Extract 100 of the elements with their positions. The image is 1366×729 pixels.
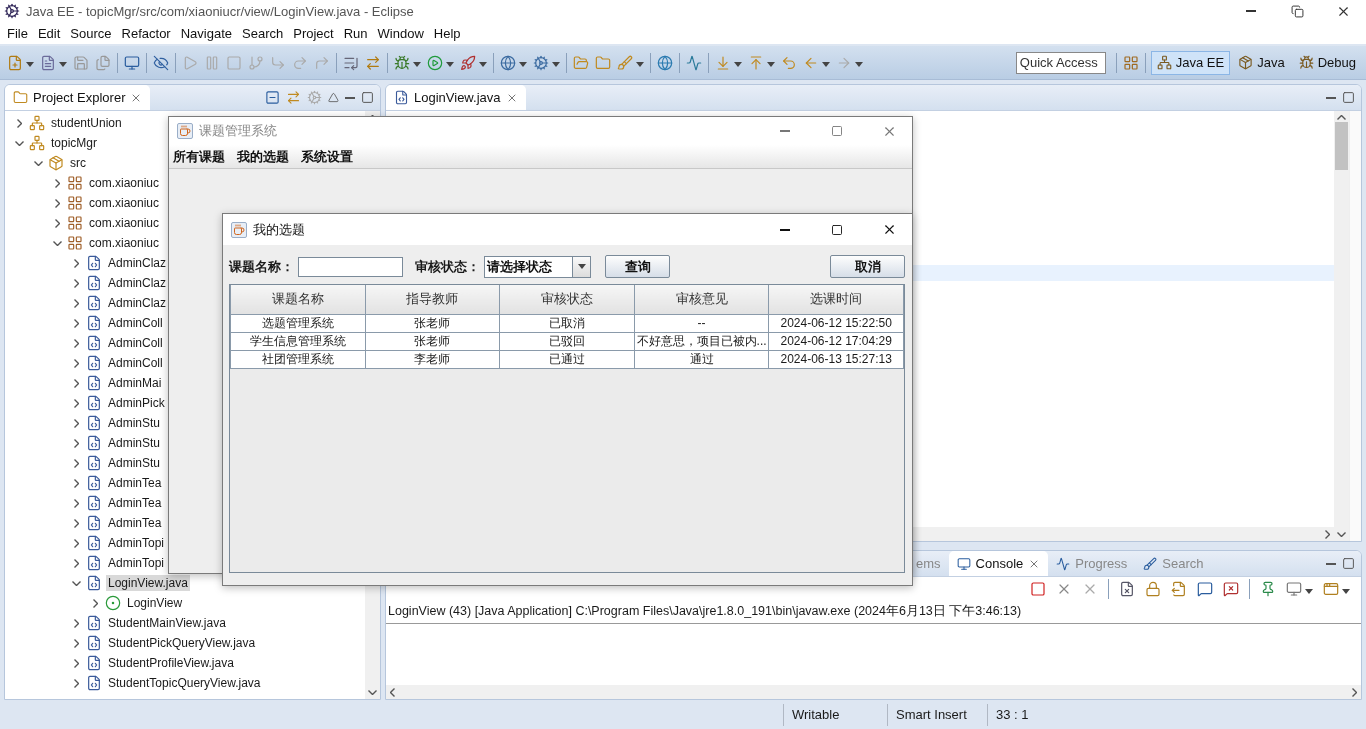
tree-item[interactable]: StudentPickQueryView.java — [106, 635, 258, 651]
perspective-button[interactable]: Debug — [1292, 50, 1362, 75]
panel-tab[interactable]: Console — [948, 551, 1049, 576]
open-perspective-icon — [1122, 54, 1139, 71]
caret-icon — [855, 62, 863, 67]
column-header[interactable]: 指导教师 — [365, 285, 500, 314]
chevron-right-icon — [1352, 687, 1357, 697]
menu-item[interactable]: Run — [338, 23, 373, 43]
caret-icon — [26, 62, 34, 67]
java-file-icon — [86, 535, 102, 551]
globe-icon — [500, 54, 516, 71]
tree-item[interactable]: AdminStu — [106, 435, 163, 451]
tree-item[interactable]: com.xiaoniuc — [87, 175, 162, 191]
status-field: Smart Insert — [887, 703, 987, 726]
chevron-down-icon — [52, 240, 62, 246]
tree-item[interactable]: com.xiaoniuc — [87, 235, 162, 251]
java-icon — [1238, 55, 1254, 70]
panel-tab[interactable]: Project Explorer — [5, 85, 151, 110]
tree-item[interactable]: AdminTea — [106, 495, 164, 511]
branch-icon — [248, 54, 264, 71]
caret-icon — [1305, 588, 1313, 594]
tree-item[interactable]: AdminPick — [106, 395, 167, 411]
caret-icon — [577, 264, 586, 269]
java-file-icon — [394, 90, 409, 105]
java-file-icon — [86, 415, 102, 431]
status-dropdown[interactable]: 请选择状态 — [484, 255, 591, 278]
tree-item[interactable]: AdminTopi — [106, 535, 167, 551]
perspective-button[interactable]: Java EE — [1150, 50, 1231, 75]
query-button[interactable]: 查询 — [605, 255, 670, 278]
brush-icon — [617, 54, 633, 71]
arrows-icon — [365, 54, 381, 71]
perspective-button[interactable]: Java — [1232, 50, 1291, 75]
tree-item[interactable]: AdminTopi — [106, 555, 167, 571]
menu-item[interactable]: Help — [428, 23, 466, 43]
field-label: 审核状态： — [415, 257, 480, 276]
menu-item[interactable]: Navigate — [175, 23, 237, 43]
editor-tab[interactable]: LoginView.java — [386, 85, 526, 110]
tree-item[interactable]: LoginView.java — [106, 575, 190, 591]
tree-item[interactable]: topicMgr — [49, 135, 99, 151]
maximize-icon — [831, 125, 843, 137]
folder-icon — [573, 54, 589, 71]
scrollbar[interactable] — [1334, 111, 1349, 541]
menu-item[interactable]: File — [2, 23, 33, 43]
files-icon — [95, 54, 111, 71]
column-header[interactable]: 课题名称 — [230, 285, 366, 314]
chevron-up-icon — [1337, 115, 1346, 120]
restore-icon — [1290, 4, 1304, 18]
tree-item[interactable]: AdminClaz — [106, 295, 169, 311]
tree-item[interactable]: AdminStu — [106, 415, 163, 431]
tree-item[interactable]: AdminClaz — [106, 255, 169, 271]
tree-item[interactable]: AdminTea — [106, 515, 164, 531]
menu-item[interactable]: 我的选题 — [237, 147, 295, 166]
tree-item[interactable]: AdminTea — [106, 475, 164, 491]
scroll-thumb[interactable] — [1335, 122, 1348, 170]
tree-item[interactable]: LoginView — [125, 595, 185, 611]
menu-item[interactable]: 所有课题 — [173, 147, 231, 166]
menu-item[interactable]: 系统设置 — [301, 147, 359, 166]
tree-item[interactable]: AdminColl — [106, 335, 165, 351]
column-header[interactable]: 审核意见 — [634, 285, 769, 314]
scrollbar[interactable] — [386, 685, 1361, 699]
column-header[interactable]: 审核状态 — [499, 285, 635, 314]
java-file-icon — [86, 575, 102, 591]
tree-item[interactable]: AdminClaz — [106, 275, 169, 291]
java-ee-icon — [1156, 55, 1172, 70]
menu-item[interactable]: Window — [372, 23, 429, 43]
chevron-down-icon — [1337, 532, 1346, 537]
file-text-icon — [40, 54, 56, 71]
minimize-icon — [1326, 562, 1336, 565]
topic-name-field[interactable] — [298, 256, 403, 277]
tree-item[interactable]: AdminStu — [106, 455, 163, 471]
tree-item[interactable]: com.xiaoniuc — [87, 215, 162, 231]
caret-icon — [552, 62, 560, 67]
java-file-icon — [86, 635, 102, 651]
gear-icon — [307, 90, 322, 105]
bug-icon — [1298, 55, 1314, 70]
quick-access-field[interactable]: Quick Access — [1015, 51, 1106, 74]
link-icon — [286, 90, 301, 105]
tree-item[interactable]: src — [68, 155, 88, 171]
caret-icon — [59, 62, 67, 67]
eye-off-icon — [153, 54, 169, 71]
column-header[interactable]: 选课时间 — [768, 285, 904, 314]
menu-item[interactable]: Project — [288, 23, 339, 43]
tree-item[interactable]: AdminMai — [106, 375, 164, 391]
chevron-right-icon — [92, 598, 98, 608]
tree-item[interactable]: StudentTopicQueryView.java — [106, 675, 263, 691]
menu-item[interactable]: Source — [65, 23, 117, 43]
tree-item[interactable]: StudentProfileView.java — [106, 655, 236, 671]
menu-item[interactable]: Edit — [32, 23, 66, 43]
globe-icon — [657, 54, 673, 71]
cancel-button[interactable]: 取消 — [830, 255, 905, 278]
menu-item[interactable]: Refactor — [116, 23, 176, 43]
tree-item[interactable]: StudentMainView.java — [106, 615, 228, 631]
tree-item[interactable]: AdminColl — [106, 355, 165, 371]
tree-item[interactable]: studentUnion — [49, 115, 124, 131]
menu-item[interactable]: Search — [237, 23, 289, 43]
tree-item[interactable]: com.xiaoniuc — [87, 195, 162, 211]
chevron-right-icon — [16, 118, 22, 128]
java-file-icon — [86, 395, 102, 411]
package-icon — [67, 195, 83, 211]
tree-item[interactable]: AdminColl — [106, 315, 165, 331]
